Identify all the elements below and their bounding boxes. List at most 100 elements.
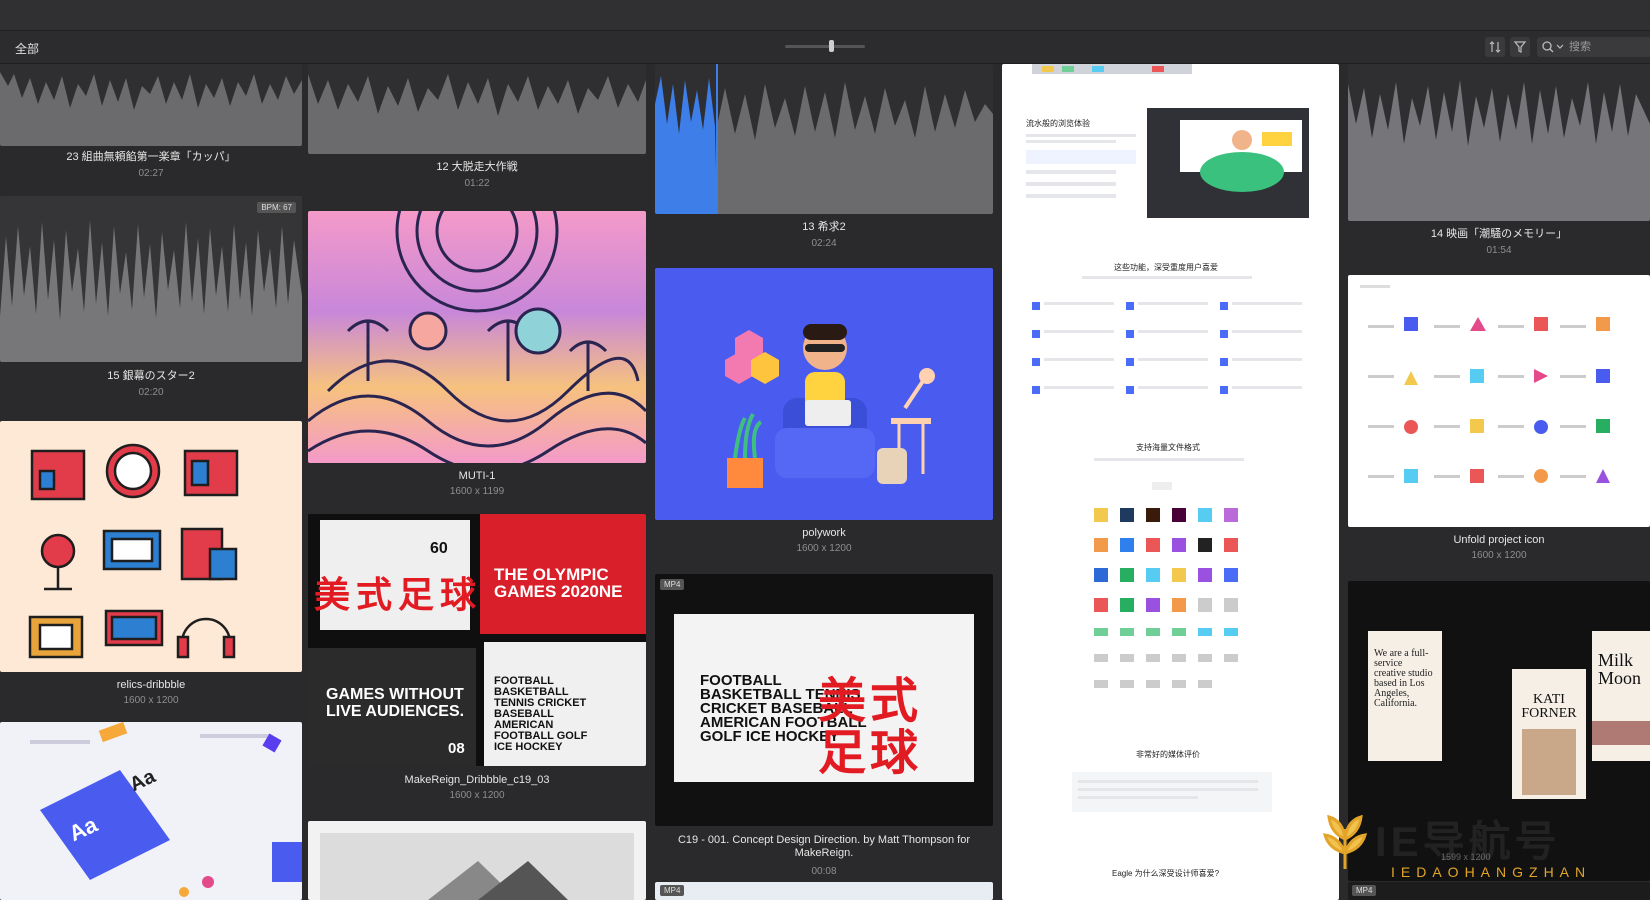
item-duration: 01:54	[1486, 245, 1512, 256]
image-card[interactable]: THE OLYMPIC GAMES 2020NE 美式足球 60 GAMES W…	[308, 514, 646, 809]
audio-card[interactable]: 23 組曲無頼餡第一楽章「カッパ」 02:27	[0, 64, 302, 184]
sports-list-panel: FOOTBALL BASKETBALL TENNIS CRICKET BASEB…	[484, 642, 646, 766]
doc-heading-4: 非常好的媒体评价	[1136, 749, 1200, 759]
image-card[interactable]: polywork 1600 x 1200	[655, 268, 993, 558]
milk-poster-1: We are a full-service creative studio ba…	[1368, 631, 1442, 761]
image-card[interactable]: MUTI-1 1600 x 1199	[308, 211, 646, 501]
search-icon	[1542, 41, 1554, 53]
image-card[interactable]: Aa Aa	[0, 722, 302, 900]
waveform-thumbnail	[0, 64, 302, 146]
item-title: MUTI-1	[458, 470, 496, 482]
unfold-thumbnail	[1348, 275, 1650, 527]
video-card[interactable]: MP4	[655, 882, 993, 900]
search-input[interactable]	[1569, 37, 1649, 57]
item-dimensions: 1600 x 1199	[449, 486, 505, 497]
poster-accent-band	[1592, 721, 1650, 745]
video-frame: FOOTBALL BASKETBALL TENNIS CRICKET BASEB…	[674, 614, 974, 782]
item-dimensions: 1600 x 1200	[1471, 550, 1527, 561]
polywork-thumbnail	[655, 268, 993, 520]
item-title: 15 銀幕のスター2	[107, 370, 195, 382]
image-card[interactable]: relics-dribbble 1600 x 1200	[0, 421, 302, 711]
video-card[interactable]: MP4 FOOTBALL BASKETBALL TENNIS CRICKET B…	[655, 574, 993, 900]
video-thumbnail: MP4 FOOTBALL BASKETBALL TENNIS CRICKET B…	[655, 574, 993, 826]
chevron-down-icon[interactable]	[1556, 43, 1564, 51]
milk-poster-3-text: Milk Moon	[1598, 650, 1642, 688]
milk-poster-2-text: KATI FORNER	[1521, 692, 1577, 721]
stadium-panel: GAMES WITHOUT LIVE AUDIENCES. 08	[308, 648, 476, 766]
item-title: MakeReign_Dribbble_c19_03	[404, 774, 550, 786]
item-duration: 00:08	[811, 866, 837, 877]
icon-set-illustration	[28, 443, 239, 659]
bpm-badge: BPM: 67	[257, 202, 296, 213]
item-title: C19 - 001. Concept Design Direction. by …	[677, 834, 971, 859]
watermark: IE导航号 IEDAOHANGZHAN 1599 x 1200	[1305, 804, 1645, 900]
doc-heading-1: 流水般的浏览体验	[1026, 118, 1090, 128]
logo-thumbnail	[308, 821, 646, 900]
watermark-sub-text: IEDAOHANGZHAN	[1391, 864, 1592, 880]
games-text: GAMES WITHOUT LIVE AUDIENCES.	[326, 686, 465, 720]
doc-heading-3: 支持海量文件格式	[1136, 442, 1200, 452]
waveform	[308, 74, 646, 154]
waveform	[655, 64, 993, 214]
video-format-badge: MP4	[660, 885, 685, 896]
cn-red-text: 美式足球	[314, 574, 483, 615]
search-box[interactable]	[1537, 37, 1650, 57]
webpage-card[interactable]: 流水般的浏览体验 这些功能，深受重度用户喜爱 支持海量文件格式 非常好的媒体评价…	[1002, 64, 1339, 900]
waveform	[1348, 80, 1650, 221]
muti-illustration	[308, 211, 646, 463]
item-dimensions: 1600 x 1200	[449, 790, 505, 801]
item-duration: 02:24	[811, 238, 837, 249]
olympic-text: THE OLYMPIC GAMES 2020NE	[494, 565, 623, 601]
milk-poster-2: KATI FORNER	[1512, 669, 1586, 799]
sort-icon	[1489, 41, 1501, 53]
item-title: polywork	[802, 527, 846, 539]
number-08: 08	[448, 740, 465, 757]
unfold-illustration	[1360, 285, 1610, 483]
milk-poster-3: Milk Moon	[1592, 631, 1650, 761]
waveform-thumbnail	[308, 64, 646, 154]
number-60: 60	[430, 540, 448, 557]
sports-panel: 美式足球 60	[314, 520, 476, 630]
video-format-badge: MP4	[660, 579, 685, 590]
item-title: Unfold project icon	[1453, 534, 1545, 546]
waveform-thumbnail	[655, 64, 993, 214]
sort-button[interactable]	[1485, 37, 1505, 57]
image-card[interactable]	[308, 821, 646, 900]
item-title: 14 映画「潮騒のメモリー」	[1430, 228, 1568, 240]
audio-card[interactable]: 14 映画「潮騒のメモリー」 01:54	[1348, 64, 1650, 260]
logo-illustration	[320, 833, 634, 900]
toolbar: 全部	[0, 31, 1650, 64]
waveform-thumbnail	[1348, 64, 1650, 221]
zoom-slider[interactable]	[785, 40, 865, 52]
folder-label[interactable]: 全部	[15, 40, 39, 57]
sports-small-text: FOOTBALL BASKETBALL TENNIS CRICKET BASEB…	[494, 675, 588, 753]
olympic-panel: THE OLYMPIC GAMES 2020NE	[480, 514, 646, 634]
item-duration: 01:22	[464, 178, 490, 189]
wheat-logo-icon	[1322, 814, 1368, 869]
makereign-thumbnail: THE OLYMPIC GAMES 2020NE 美式足球 60 GAMES W…	[308, 514, 646, 766]
doc-heading-2: 这些功能，深受重度用户喜爱	[1114, 262, 1218, 272]
asset-grid: 23 組曲無頼餡第一楽章「カッパ」 02:27 BPM: 67 15 銀幕のスタ…	[0, 64, 1650, 900]
image-card[interactable]: Unfold project icon 1600 x 1200	[1348, 275, 1650, 565]
muti-thumbnail	[308, 211, 646, 463]
audio-card[interactable]: 13 希求2 02:24	[655, 64, 993, 254]
webpage-thumbnail: 流水般的浏览体验 这些功能，深受重度用户喜爱 支持海量文件格式 非常好的媒体评价…	[1002, 64, 1339, 900]
zoom-slider-handle[interactable]	[829, 40, 834, 52]
audio-card[interactable]: 12 大脱走大作戦 01:22	[308, 64, 646, 194]
portrait-photo	[1522, 729, 1576, 795]
item-duration: 02:27	[138, 168, 164, 179]
relics-thumbnail	[0, 421, 302, 672]
filter-button[interactable]	[1510, 37, 1530, 57]
waveform	[0, 220, 302, 362]
filter-icon	[1513, 41, 1527, 53]
item-duration: 02:20	[138, 387, 164, 398]
item-title: 13 希求2	[802, 221, 846, 233]
window-titlebar	[0, 0, 1650, 31]
typography-illustration: Aa Aa	[30, 722, 302, 897]
typography-thumbnail: Aa Aa	[0, 722, 302, 900]
item-title: 12 大脱走大作戦	[436, 161, 518, 173]
polywork-illustration	[725, 324, 935, 488]
webpage-illustration: 流水般的浏览体验 这些功能，深受重度用户喜爱 支持海量文件格式 非常好的媒体评价…	[1026, 64, 1309, 878]
milk-poster-1-text: We are a full-service creative studio ba…	[1374, 648, 1433, 709]
waveform	[0, 72, 302, 146]
